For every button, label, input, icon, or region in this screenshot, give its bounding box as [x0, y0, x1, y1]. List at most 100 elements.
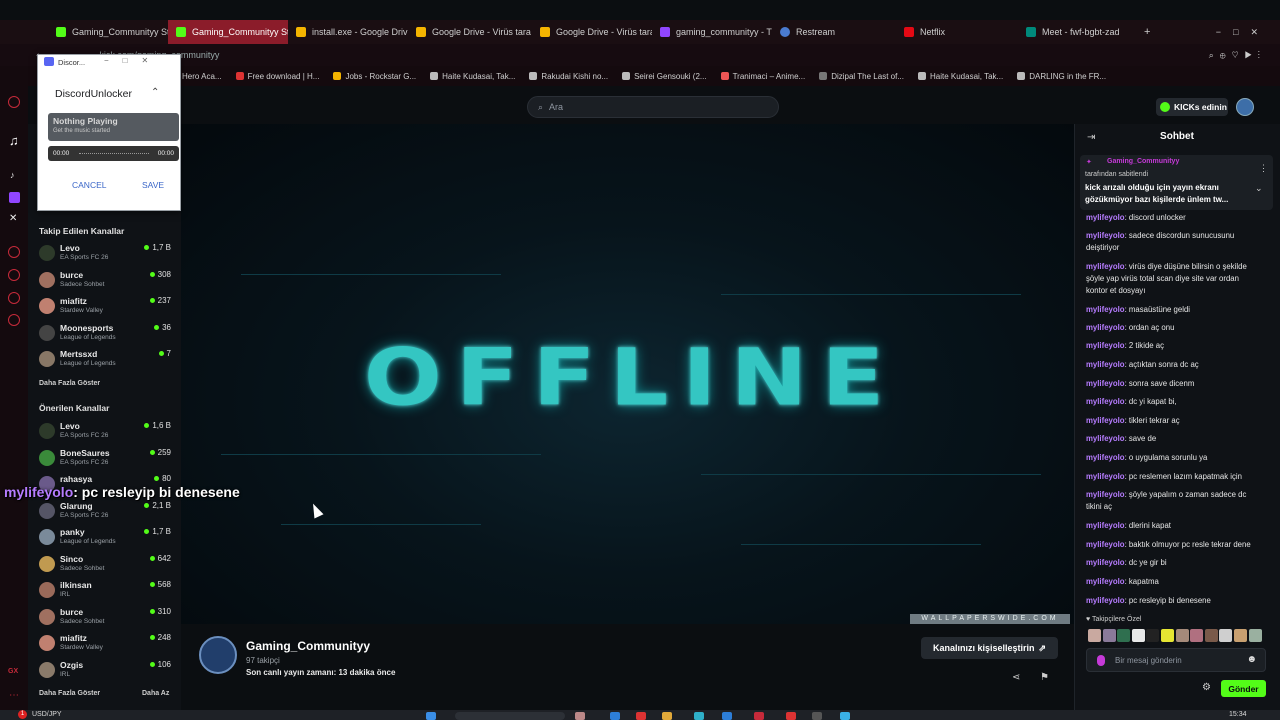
expand-pinned-icon[interactable]: ⌄: [1255, 183, 1263, 194]
share-icon[interactable]: ⋖: [1012, 672, 1020, 683]
chat-username[interactable]: mylifeyolo: [1086, 472, 1125, 481]
bookmark[interactable]: Haite Kudasai, Tak...: [917, 72, 1003, 81]
chat-username[interactable]: mylifeyolo: [1086, 213, 1125, 222]
sidebar-channel-item[interactable]: Mertssxd League of Legends 7: [39, 348, 174, 372]
channel-avatar[interactable]: [199, 636, 237, 674]
workspace-icon[interactable]: [8, 96, 20, 108]
sidebar-channel-item[interactable]: panky League of Legends 1,7 B: [39, 526, 174, 550]
channel-name[interactable]: Gaming_Communityy: [246, 639, 370, 653]
pinboard-icon[interactable]: [8, 292, 20, 304]
tab[interactable]: install.exe - Google Driv: [288, 20, 408, 44]
chat-username[interactable]: mylifeyolo: [1086, 596, 1125, 605]
emote-icon[interactable]: [1088, 629, 1101, 642]
new-tab-icon[interactable]: +: [1144, 26, 1150, 38]
taskbar-app-icon[interactable]: [722, 712, 732, 720]
bookmark[interactable]: Free download | H...: [235, 72, 319, 81]
chat-username[interactable]: mylifeyolo: [1086, 540, 1125, 549]
bookmark[interactable]: Jobs - Rockstar G...: [333, 72, 416, 81]
bookmark[interactable]: Dizipal The Last of...: [819, 72, 904, 81]
chat-username[interactable]: mylifeyolo: [1086, 577, 1125, 586]
tab-active[interactable]: Gaming_Communityy Str: [168, 20, 288, 44]
whatsapp-icon[interactable]: [8, 246, 20, 258]
twitch-icon[interactable]: [9, 192, 20, 203]
tab[interactable]: Google Drive - Virüs tara: [532, 20, 652, 44]
recommended-show-more[interactable]: Daha Fazla Göster: [39, 690, 100, 697]
emote-icon[interactable]: [1117, 629, 1131, 642]
emoji-icon[interactable]: ☻: [1246, 654, 1257, 665]
emote-icon[interactable]: [1161, 629, 1174, 642]
save-button[interactable]: SAVE: [142, 180, 164, 190]
tab[interactable]: gaming_communityy - T: [652, 20, 772, 44]
sidebar-channel-item[interactable]: Ozgis IRL 106: [39, 659, 174, 683]
x-icon[interactable]: ✕: [9, 213, 17, 224]
music-player-icon[interactable]: ♫: [9, 133, 19, 148]
sidebar-channel-item[interactable]: Glarung EA Sports FC 26 2,1 B: [39, 500, 174, 524]
chat-username[interactable]: mylifeyolo: [1086, 453, 1125, 462]
emote-icon[interactable]: [1102, 629, 1116, 642]
chat-username[interactable]: mylifeyolo: [1086, 434, 1125, 443]
popup-window-controls[interactable]: −□✕: [104, 56, 162, 65]
sidebar-channel-item[interactable]: burce Sadece Sohbet 310: [39, 606, 174, 630]
chat-username[interactable]: mylifeyolo: [1086, 341, 1125, 350]
emote-icon[interactable]: [1175, 629, 1189, 642]
taskbar-app-icon[interactable]: [840, 712, 850, 720]
sidebar-channel-item[interactable]: BoneSaures EA Sports FC 26 259: [39, 447, 174, 471]
chevron-up-icon[interactable]: ⌃: [151, 87, 159, 98]
chat-username[interactable]: mylifeyolo: [1086, 379, 1125, 388]
chat-username[interactable]: mylifeyolo: [1086, 558, 1125, 567]
sidebar-channel-item[interactable]: miafitz Stardew Valley 237: [39, 295, 174, 319]
emote-icon[interactable]: [1204, 629, 1218, 642]
tab[interactable]: Restream: [772, 20, 896, 44]
tab[interactable]: Meet - fwf-bgbt-zad: [1018, 20, 1140, 44]
kicks-button[interactable]: KICKs edinin: [1156, 98, 1228, 116]
recommended-show-less[interactable]: Daha Az: [142, 690, 169, 697]
customize-channel-button[interactable]: Kanalınızı kişiselleştirin ⇗: [921, 637, 1058, 659]
bookmark[interactable]: Seirei Gensouki (2...: [622, 72, 707, 81]
chat-settings-icon[interactable]: ⚙: [1202, 682, 1211, 693]
file-explorer-icon[interactable]: [662, 712, 672, 720]
search-input[interactable]: ⌕ Ara: [527, 96, 779, 118]
taskbar-app-icon[interactable]: [636, 712, 646, 720]
taskbar-search[interactable]: [455, 712, 565, 720]
bookmark[interactable]: Tranimaci – Anime...: [720, 72, 805, 81]
chat-username[interactable]: mylifeyolo: [1086, 360, 1125, 369]
sidebar-channel-item[interactable]: ilkinsan IRL 568: [39, 579, 174, 603]
chat-username[interactable]: mylifeyolo: [1086, 305, 1125, 314]
address-tools-icon[interactable]: ⌕⊕♡▶⋮: [1209, 50, 1266, 61]
bookmark[interactable]: DARLING in the FR...: [1017, 72, 1106, 81]
emote-icon[interactable]: [1146, 629, 1160, 642]
taskbar-app-icon[interactable]: [575, 712, 585, 720]
clock[interactable]: 15:34: [1229, 711, 1247, 718]
send-button[interactable]: Gönder: [1221, 680, 1266, 697]
pinned-message[interactable]: ✦ Gaming_Communityy tarafından sabitlend…: [1080, 155, 1273, 210]
mic-icon[interactable]: [1097, 655, 1105, 666]
emote-icon[interactable]: [1131, 629, 1145, 642]
sidebar-channel-item[interactable]: burce Sadece Sohbet 308: [39, 269, 174, 293]
weather-ticker[interactable]: USD/JPY: [32, 711, 62, 718]
user-avatar[interactable]: [1236, 98, 1254, 116]
bookmark[interactable]: Haite Kudasai, Tak...: [430, 72, 515, 81]
bookmark[interactable]: Rakudai Kishi no...: [529, 72, 608, 81]
history-icon[interactable]: [8, 269, 20, 281]
chat-username[interactable]: mylifeyolo: [1086, 490, 1125, 499]
chat-username[interactable]: mylifeyolo: [1086, 262, 1125, 271]
taskbar-app-icon[interactable]: [694, 712, 704, 720]
chat-username[interactable]: mylifeyolo: [1086, 397, 1125, 406]
sidebar-channel-item[interactable]: Sinco Sadece Sohbet 642: [39, 553, 174, 577]
emote-icon[interactable]: [1190, 629, 1204, 642]
chat-username[interactable]: mylifeyolo: [1086, 231, 1125, 240]
video-player[interactable]: OFFLINE WALLPAPERSWIDE.COM: [181, 124, 1074, 624]
chat-username[interactable]: mylifeyolo: [1086, 416, 1125, 425]
opera-gx-icon[interactable]: [754, 712, 764, 720]
clip-icon[interactable]: ⚑: [1040, 672, 1049, 683]
tab[interactable]: Gaming_Communityy St: [48, 20, 168, 44]
cancel-button[interactable]: CANCEL: [72, 180, 106, 190]
start-icon[interactable]: [426, 712, 436, 720]
window-controls[interactable]: −□✕: [1216, 27, 1270, 38]
more-icon[interactable]: ⋯: [9, 690, 19, 701]
gx-icon[interactable]: GX: [8, 668, 18, 675]
followed-show-more[interactable]: Daha Fazla Göster: [39, 380, 100, 387]
sidebar-channel-item[interactable]: miafitz Stardew Valley 248: [39, 632, 174, 656]
emote-icon[interactable]: [1248, 629, 1262, 642]
tiktok-icon[interactable]: ♪: [10, 170, 15, 180]
